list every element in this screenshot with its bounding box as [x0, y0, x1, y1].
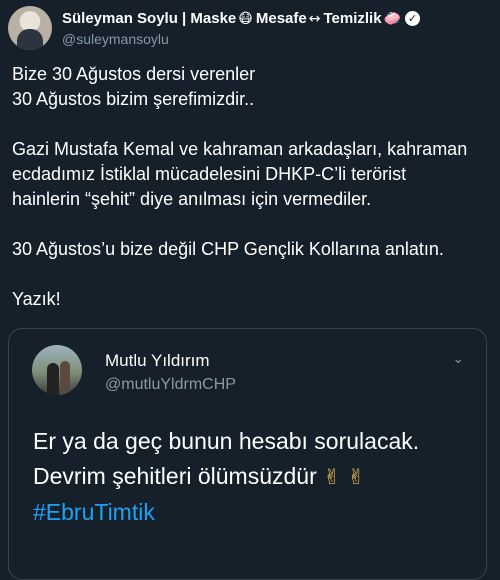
author-name[interactable]: Süleyman Soylu | Maske [62, 10, 236, 27]
soap-emoji-icon: 🧼 [383, 10, 401, 27]
tweet-paragraph: Bize 30 Ağustos dersi verenler 30 Ağusto… [12, 62, 488, 112]
tweet-line: Gazi Mustafa Kemal ve kahraman arkadaşla… [12, 139, 468, 159]
author-name-row[interactable]: Süleyman Soylu | Maske 😷 Mesafe ↔ Temizl… [62, 10, 420, 27]
quoted-author-handle[interactable]: @mutluYldrmCHP [105, 376, 236, 394]
quoted-line-2: Devrim şehitleri ölümsüzdür ✌ ✌ [33, 459, 419, 495]
verified-badge-icon: ✓ [404, 11, 420, 26]
tweet-line: Bize 30 Ağustos dersi verenler [12, 64, 256, 84]
tweet-paragraph: Yazık! [12, 287, 488, 312]
victory-hand-icon: ✌ ✌ [323, 465, 366, 489]
quoted-line: Er ya da geç bunun hesabı sorulacak. [33, 428, 420, 454]
tweet-line: hainlerin “şehit” diye anılması için ver… [12, 189, 372, 209]
mask-emoji-icon: 😷 [238, 10, 253, 27]
hashtag-link[interactable]: #EbruTimtik [33, 495, 419, 530]
quoted-line-text: Devrim şehitleri ölümsüzdür [33, 463, 317, 489]
author-handle[interactable]: @suleymansoylu [62, 31, 169, 47]
arrows-emoji-icon: ↔ [308, 10, 321, 27]
quoted-tweet[interactable]: Mutlu Yıldırım @mutluYldrmCHP ⌄ Er ya da… [8, 328, 487, 580]
tweet-paragraph: 30 Ağustos’u bize değil CHP Gençlik Koll… [12, 237, 488, 262]
tweet-line: 30 Ağustos bizim şerefimizdir.. [12, 89, 255, 109]
tweet-line: Yazık! [12, 289, 61, 309]
tweet-line: ecdadımız İstiklal mücadelesini DHKP-C’l… [12, 164, 407, 184]
quoted-author-avatar[interactable] [32, 345, 82, 395]
tweet: Süleyman Soylu | Maske 😷 Mesafe ↔ Temizl… [0, 0, 500, 580]
author-name-mesafe[interactable]: Mesafe [256, 10, 307, 27]
tweet-paragraph: Gazi Mustafa Kemal ve kahraman arkadaşla… [12, 137, 488, 212]
tweet-line: 30 Ağustos’u bize değil CHP Gençlik Koll… [12, 239, 444, 259]
quoted-tweet-text: Er ya da geç bunun hesabı sorulacak. Dev… [33, 424, 419, 530]
tweet-text: Bize 30 Ağustos dersi verenler 30 Ağusto… [12, 62, 488, 337]
author-avatar[interactable] [8, 6, 52, 50]
quoted-author-name[interactable]: Mutlu Yıldırım [105, 351, 210, 371]
author-name-temizlik[interactable]: Temizlik [323, 10, 381, 27]
chevron-down-icon[interactable]: ⌄ [452, 351, 464, 367]
tweet-header: Süleyman Soylu | Maske 😷 Mesafe ↔ Temizl… [8, 6, 492, 50]
